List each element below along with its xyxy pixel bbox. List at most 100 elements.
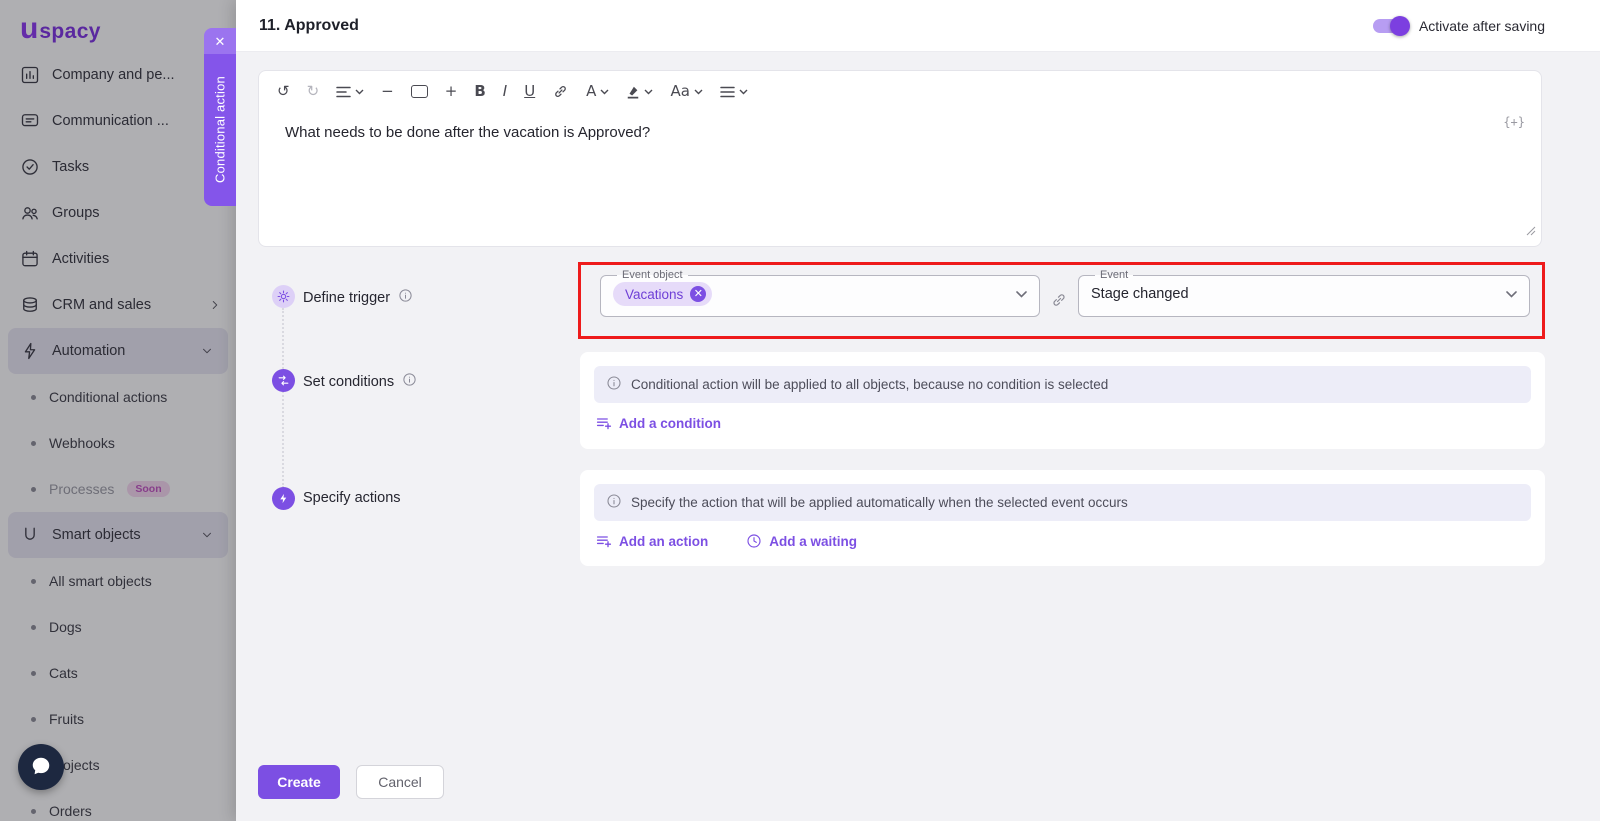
sidebar-item-conditional-actions[interactable]: Conditional actions xyxy=(0,374,236,420)
bold-button[interactable]: B xyxy=(474,84,485,99)
sidebar-item-communication[interactable]: Communication ... xyxy=(0,98,236,144)
bullet-icon xyxy=(31,671,36,676)
close-icon[interactable]: ✕ xyxy=(204,28,236,54)
conditions-info-banner: Conditional action will be applied to al… xyxy=(594,366,1531,403)
sidebar-item-groups[interactable]: Groups xyxy=(0,190,236,236)
chat-launcher-button[interactable] xyxy=(18,744,64,790)
conditional-action-panel: 11. Approved Activate after saving ↺ ↻ −… xyxy=(236,0,1600,821)
chevron-right-icon xyxy=(208,298,222,312)
insert-variable-button[interactable]: {+} xyxy=(1503,115,1525,129)
paragraph-style-dropdown[interactable] xyxy=(336,86,364,98)
add-action-button[interactable]: Add an action xyxy=(596,533,708,549)
sidebar-item-automation[interactable]: Automation xyxy=(8,328,228,374)
resize-handle-icon[interactable] xyxy=(1526,223,1536,241)
toggle-knob xyxy=(1390,16,1410,36)
add-action-label: Add an action xyxy=(619,534,708,549)
add-waiting-button[interactable]: Add a waiting xyxy=(746,533,857,549)
set-conditions-label-row: Set conditions xyxy=(303,372,417,391)
font-color-dropdown[interactable]: A xyxy=(586,84,609,99)
font-color-glyph: A xyxy=(586,84,596,99)
logo-text: spacy xyxy=(39,20,101,44)
text-case-dropdown[interactable]: Aa xyxy=(670,84,702,99)
actions-card: Specify the action that will be applied … xyxy=(580,470,1545,566)
selected-event-object-chip[interactable]: Vacations ✕ xyxy=(613,282,712,306)
bullet-icon xyxy=(31,717,36,722)
communication-icon xyxy=(20,111,40,131)
increase-icon[interactable]: + xyxy=(445,84,458,99)
panel-header: 11. Approved Activate after saving xyxy=(236,0,1600,52)
bullet-icon xyxy=(31,441,36,446)
link-button[interactable] xyxy=(552,83,569,100)
align-dropdown[interactable] xyxy=(720,86,748,98)
sidebar-item-orders[interactable]: Orders xyxy=(0,788,236,821)
sidebar-item-fruits[interactable]: Fruits xyxy=(0,696,236,742)
define-trigger-label-row: Define trigger xyxy=(303,288,413,307)
link-fields-icon xyxy=(1050,291,1068,309)
sidebar-item-company[interactable]: Company and pe... xyxy=(0,52,236,98)
event-select[interactable]: Event Stage changed xyxy=(1078,269,1530,317)
italic-button[interactable]: I xyxy=(503,84,507,99)
chat-icon xyxy=(30,755,52,780)
highlight-dropdown[interactable] xyxy=(626,84,653,99)
sidebar-item-crm[interactable]: CRM and sales xyxy=(0,282,236,328)
cancel-button[interactable]: Cancel xyxy=(356,765,444,799)
sidebar-item-activities[interactable]: Activities xyxy=(0,236,236,282)
info-icon[interactable] xyxy=(402,372,417,391)
redo-icon[interactable]: ↻ xyxy=(307,84,320,99)
clock-icon xyxy=(746,533,762,549)
sidebar-item-label: Groups xyxy=(52,205,100,221)
info-icon[interactable] xyxy=(398,288,413,307)
bullet-icon xyxy=(31,809,36,814)
chevron-down-icon[interactable] xyxy=(1506,285,1517,303)
info-icon xyxy=(606,493,622,512)
bullet-icon xyxy=(31,395,36,400)
calendar-icon xyxy=(20,249,40,269)
groups-icon xyxy=(20,203,40,223)
conditions-card: Conditional action will be applied to al… xyxy=(580,352,1545,449)
sidebar-item-label: Activities xyxy=(52,251,109,267)
smart-objects-icon xyxy=(20,525,40,545)
sidebar-nav: Company and pe... Communication ... Task… xyxy=(0,52,236,821)
conditional-action-tab[interactable]: ✕ Conditional action xyxy=(204,28,236,206)
sidebar-item-label: Webhooks xyxy=(49,435,115,451)
crm-icon xyxy=(20,295,40,315)
sidebar: u spacy Company and pe... Communication … xyxy=(0,0,236,821)
add-condition-label: Add a condition xyxy=(619,416,721,431)
sidebar-item-all-smart-objects[interactable]: All smart objects xyxy=(0,558,236,604)
sidebar-item-label: Company and pe... xyxy=(52,67,175,83)
bullet-icon xyxy=(31,625,36,630)
sidebar-item-label: Processes xyxy=(49,481,114,497)
create-button[interactable]: Create xyxy=(258,765,340,799)
sidebar-item-label: Conditional actions xyxy=(49,389,167,405)
sidebar-item-label: Orders xyxy=(49,803,92,819)
panel-content: ↺ ↻ − + B I U A Aa What needs to be done… xyxy=(236,52,1600,821)
chip-remove-icon[interactable]: ✕ xyxy=(690,286,706,302)
tasks-icon xyxy=(20,157,40,177)
underline-button[interactable]: U xyxy=(524,84,535,99)
playlist-add-icon xyxy=(596,415,612,431)
chevron-down-icon xyxy=(200,344,214,358)
add-waiting-label: Add a waiting xyxy=(769,534,857,549)
border-box-icon[interactable] xyxy=(411,85,428,98)
specify-actions-label: Specify actions xyxy=(303,490,401,506)
sidebar-item-webhooks[interactable]: Webhooks xyxy=(0,420,236,466)
sidebar-item-label: Cats xyxy=(49,665,78,681)
editor-text[interactable]: What needs to be done after the vacation… xyxy=(259,106,1541,141)
event-label: Event xyxy=(1095,269,1133,281)
sidebar-item-smart-objects[interactable]: Smart objects xyxy=(8,512,228,558)
decrease-icon[interactable]: − xyxy=(381,84,394,99)
sidebar-item-dogs[interactable]: Dogs xyxy=(0,604,236,650)
conditions-info-text: Conditional action will be applied to al… xyxy=(631,377,1108,392)
event-object-select[interactable]: Event object Vacations ✕ xyxy=(600,269,1040,317)
undo-icon[interactable]: ↺ xyxy=(277,84,290,99)
chevron-down-icon[interactable] xyxy=(1016,285,1027,303)
sidebar-item-label: CRM and sales xyxy=(52,297,151,313)
sidebar-item-tasks[interactable]: Tasks xyxy=(0,144,236,190)
description-editor[interactable]: ↺ ↻ − + B I U A Aa What needs to be done… xyxy=(258,70,1542,247)
app-logo[interactable]: u spacy xyxy=(0,0,236,46)
chip-label: Vacations xyxy=(625,287,683,302)
actions-info-banner: Specify the action that will be applied … xyxy=(594,484,1531,521)
add-condition-button[interactable]: Add a condition xyxy=(596,415,721,431)
sidebar-item-cats[interactable]: Cats xyxy=(0,650,236,696)
activate-toggle[interactable] xyxy=(1373,19,1407,33)
